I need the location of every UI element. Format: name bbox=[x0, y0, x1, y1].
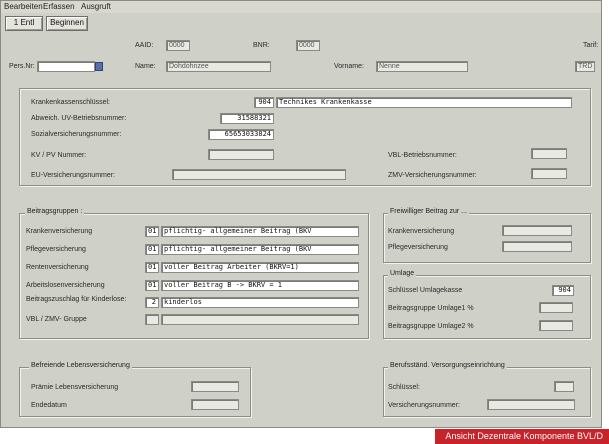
umlage-u2-label: Beitragsgruppe Umlage2 % bbox=[388, 323, 474, 330]
bv-versnr-label: Versicherungsnummer: bbox=[388, 402, 460, 409]
aaid-label: AAID: bbox=[135, 42, 154, 49]
bg-vbl-text[interactable] bbox=[161, 314, 359, 325]
bg-rv-text[interactable]: voller Beitrag Arbeiter (BKRV=1) bbox=[161, 262, 359, 273]
bg-vbl-label: VBL / ZMV- Gruppe bbox=[26, 316, 87, 323]
bg-vbl-code[interactable] bbox=[145, 314, 159, 325]
bv-versnr-field[interactable] bbox=[487, 399, 575, 410]
umlage-title: Umlage bbox=[388, 270, 417, 277]
persnr-label: Pers.Nr: bbox=[9, 63, 35, 70]
first-entry-button[interactable]: 1 Entl bbox=[5, 16, 43, 31]
bg-rv-code[interactable]: 01 bbox=[145, 262, 159, 273]
bv-schluessel-label: Schlüssel: bbox=[388, 384, 420, 391]
umlage-u1-field[interactable] bbox=[539, 302, 573, 313]
menu-erfassen[interactable]: Erfassen bbox=[43, 2, 75, 11]
kk-betriebsnr-field[interactable]: 31588321 bbox=[220, 113, 274, 124]
lv-ende-label: Endedatum bbox=[31, 402, 67, 409]
zmv-label: ZMV-Versicherungsnummer: bbox=[388, 172, 477, 179]
bg-kinderlos-label: Beitragszuschlag für Kinderlose: bbox=[26, 296, 127, 303]
kk-eu-label: EU-Versicherungsnummer: bbox=[31, 172, 116, 179]
freiwillig-pv-label: Pflegeversicherung bbox=[388, 244, 448, 251]
bg-av-code[interactable]: 01 bbox=[145, 280, 159, 291]
umlage-u1-label: Beitragsgruppe Umlage1 % bbox=[388, 305, 474, 312]
umlage-kasse-field[interactable]: 904 bbox=[552, 285, 574, 296]
lv-praemie-field[interactable] bbox=[191, 381, 239, 392]
bnr-label: BNR: bbox=[253, 42, 270, 49]
lv-praemie-label: Prämie Lebensversicherung bbox=[31, 384, 119, 391]
lv-ende-field[interactable] bbox=[191, 399, 239, 410]
vorname-field[interactable]: Nenne bbox=[376, 61, 468, 72]
menu-ausgruft[interactable]: Ausgruft bbox=[81, 2, 111, 11]
freiwillig-group bbox=[383, 213, 591, 263]
bg-av-text[interactable]: voller Beitrag B -> BKRV = 1 bbox=[161, 280, 359, 291]
vorname-label: Vorname: bbox=[334, 63, 364, 70]
menu-bar: Bearbeiten Erfassen Ausgruft bbox=[1, 1, 601, 13]
menu-bearbeiten[interactable]: Bearbeiten bbox=[4, 2, 43, 11]
bg-kinderlos-code[interactable]: 2 bbox=[145, 297, 159, 308]
caption-banner: Ansicht Dezentrale Komponente BVL/D bbox=[435, 429, 609, 444]
application-window: Bearbeiten Erfassen Ausgruft 1 Entl Begi… bbox=[0, 0, 602, 428]
bg-av-label: Arbeitslosenversicherung bbox=[26, 282, 105, 289]
umlage-kasse-label: Schlüssel Umlagekasse bbox=[388, 287, 463, 294]
kk-betriebsnr-label: Abweich. UV-Betriebsnummer: bbox=[31, 115, 127, 122]
bg-kv-label: Krankenversicherung bbox=[26, 228, 93, 235]
freiwillig-kv-field[interactable] bbox=[502, 225, 572, 236]
bg-kinderlos-text[interactable]: kinderlos bbox=[161, 297, 359, 308]
name-field[interactable]: Dohdohnzee bbox=[166, 61, 271, 72]
name-label: Name: bbox=[135, 63, 156, 70]
tarif-label: Tarif: bbox=[583, 42, 599, 49]
vbl-betrieb-field[interactable] bbox=[531, 148, 567, 159]
kk-schluessel-name[interactable]: Technikes Krankenkasse bbox=[276, 97, 572, 108]
beitragsgruppen-title: Beitragsgruppen : bbox=[25, 208, 85, 215]
tarif-field[interactable]: TRD bbox=[575, 61, 595, 72]
berufsstaendisch-title: Berufsständ. Versorgungseinrichtung bbox=[388, 362, 507, 369]
zmv-field[interactable] bbox=[531, 168, 567, 179]
kk-schluessel-code[interactable]: 904 bbox=[254, 97, 274, 108]
bg-rv-label: Rentenversicherung bbox=[26, 264, 89, 271]
kk-kvpv-field[interactable] bbox=[208, 149, 274, 160]
bnr-field[interactable]: 0000 bbox=[296, 40, 320, 51]
kk-kvpv-label: KV / PV Nummer: bbox=[31, 152, 87, 159]
bg-pv-text[interactable]: pflichtig- allgemeiner Beitrag (BKV bbox=[161, 244, 359, 255]
kk-eu-field[interactable] bbox=[172, 169, 346, 180]
bg-kv-code[interactable]: 01 bbox=[145, 226, 159, 237]
freiwillig-title: Freiwilliger Beitrag zur ... bbox=[388, 208, 470, 215]
kk-schluessel-label: Krankenkassenschlüssel: bbox=[31, 99, 110, 106]
kk-svnr-field[interactable]: 65653033824 bbox=[208, 129, 274, 140]
freiwillig-kv-label: Krankenversicherung bbox=[388, 228, 455, 235]
umlage-u2-field[interactable] bbox=[539, 320, 573, 331]
bg-pv-code[interactable]: 01 bbox=[145, 244, 159, 255]
persnr-dropdown-icon[interactable] bbox=[95, 62, 103, 71]
kk-svnr-label: Sozialversicherungsnummer: bbox=[31, 131, 122, 138]
vbl-betrieb-label: VBL-Betriebsnummer: bbox=[388, 152, 457, 159]
lebensversicherung-title: Befreiende Lebensversicherung bbox=[29, 362, 132, 369]
freiwillig-pv-field[interactable] bbox=[502, 241, 572, 252]
bv-schluessel-field[interactable] bbox=[554, 381, 574, 392]
begin-button[interactable]: Beginnen bbox=[46, 16, 88, 31]
bg-pv-label: Pflegeversicherung bbox=[26, 246, 86, 253]
bg-kv-text[interactable]: pflichtig- allgemeiner Beitrag (BKV bbox=[161, 226, 359, 237]
persnr-input[interactable] bbox=[37, 61, 95, 72]
aaid-field[interactable]: 0000 bbox=[166, 40, 190, 51]
